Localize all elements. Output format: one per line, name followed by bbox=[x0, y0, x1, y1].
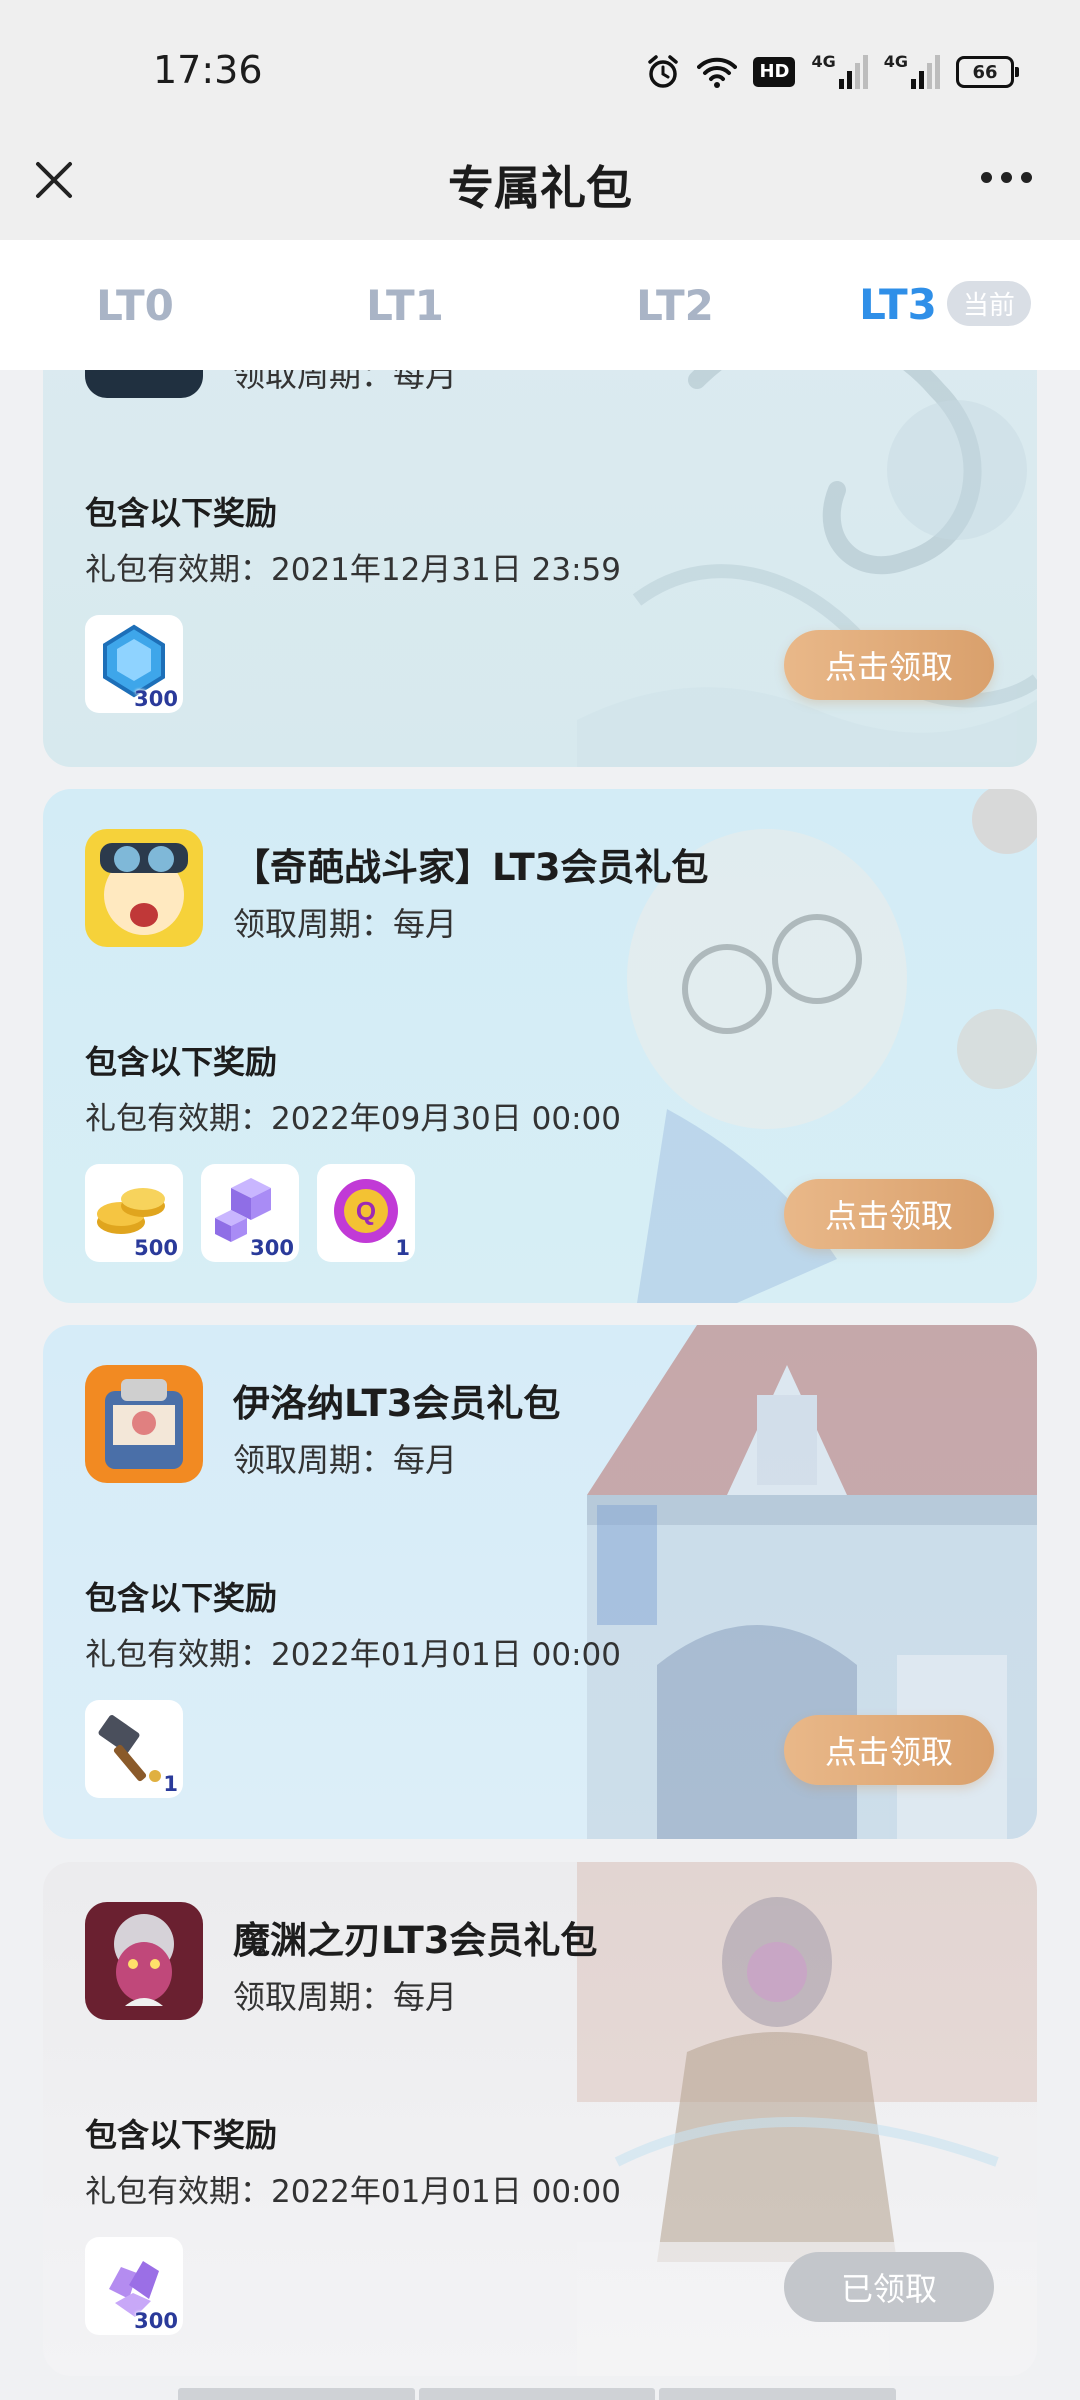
validity-text: 礼包有效期：2022年01月01日 00:00 bbox=[85, 2174, 621, 2210]
claim-button[interactable]: 点击领取 bbox=[784, 630, 994, 700]
claimed-button[interactable]: 已领取 bbox=[784, 2252, 994, 2322]
signal-4g-icon: 4G bbox=[811, 52, 868, 92]
page-title: 专属礼包 bbox=[448, 161, 632, 215]
rewards-title: 包含以下奖励 bbox=[85, 2116, 278, 2154]
gift-card: 魔渊之刃LT3会员礼包 领取周期：每月 包含以下奖励 礼包有效期：2022年01… bbox=[43, 1862, 1037, 2376]
game-icon bbox=[85, 370, 203, 398]
claim-cycle: 领取周期：每月 bbox=[233, 1978, 458, 2016]
validity-text: 礼包有效期：2022年01月01日 00:00 bbox=[85, 1637, 621, 1673]
game-icon bbox=[85, 1902, 203, 2020]
reward-item[interactable]: 300 bbox=[201, 1164, 299, 1262]
gift-card: 伊洛纳LT3会员礼包 领取周期：每月 包含以下奖励 礼包有效期：2022年01月… bbox=[43, 1325, 1037, 1839]
claim-cycle: 领取周期：每月 bbox=[233, 905, 458, 943]
gift-name: 【奇葩战斗家】LT3会员礼包 bbox=[233, 846, 709, 889]
bottom-scroll-hint bbox=[178, 2388, 897, 2400]
rewards-title: 包含以下奖励 bbox=[85, 1043, 278, 1081]
reward-item[interactable]: Q 1 bbox=[317, 1164, 415, 1262]
current-badge: 当前 bbox=[946, 281, 1031, 326]
claim-button[interactable]: 点击领取 bbox=[784, 1715, 994, 1785]
gift-name: 伊洛纳LT3会员礼包 bbox=[233, 1382, 561, 1425]
signal-4g-icon: 4G bbox=[884, 52, 940, 92]
title-bar: 专属礼包 bbox=[0, 140, 1080, 240]
reward-item[interactable]: 300 bbox=[85, 615, 183, 713]
more-icon[interactable] bbox=[977, 162, 1036, 193]
validity-text: 礼包有效期：2022年09月30日 00:00 bbox=[85, 1101, 621, 1137]
status-bar: 17:36 HD 4G 4G 66 bbox=[0, 0, 1080, 140]
status-icons: HD 4G 4G 66 bbox=[645, 52, 1019, 92]
game-icon bbox=[85, 829, 203, 947]
gift-list[interactable]: 领取周期：每月 包含以下奖励 礼包有效期：2021年12月31日 23:59 3… bbox=[0, 370, 1080, 2400]
status-time: 17:36 bbox=[153, 48, 263, 92]
tab-lt0[interactable]: LT0 bbox=[0, 281, 270, 330]
validity-text: 礼包有效期：2021年12月31日 23:59 bbox=[85, 552, 621, 588]
rewards-title: 包含以下奖励 bbox=[85, 494, 278, 532]
gift-card: 【奇葩战斗家】LT3会员礼包 领取周期：每月 包含以下奖励 礼包有效期：2022… bbox=[43, 789, 1037, 1303]
claim-cycle: 领取周期：每月 bbox=[233, 1441, 458, 1479]
reward-item[interactable]: 300 bbox=[85, 2237, 183, 2335]
dragon-art bbox=[577, 370, 1037, 767]
alarm-icon bbox=[645, 52, 681, 92]
rewards-row: 300 bbox=[85, 615, 183, 713]
game-icon bbox=[85, 1365, 203, 1483]
rewards-row: 500 300 Q 1 bbox=[85, 1164, 415, 1262]
rewards-row: 1 bbox=[85, 1700, 183, 1798]
level-tabs: LT0 LT1 LT2 LT3 当前 bbox=[0, 240, 1080, 370]
hd-icon: HD bbox=[753, 52, 796, 92]
rewards-row: 300 bbox=[85, 2237, 183, 2335]
rewards-title: 包含以下奖励 bbox=[85, 1579, 278, 1617]
tab-lt3[interactable]: LT3 当前 bbox=[810, 280, 1080, 330]
gift-card: 领取周期：每月 包含以下奖励 礼包有效期：2021年12月31日 23:59 3… bbox=[43, 370, 1037, 767]
tab-lt2[interactable]: LT2 bbox=[540, 281, 810, 330]
reward-item[interactable]: 500 bbox=[85, 1164, 183, 1262]
claim-button[interactable]: 点击领取 bbox=[784, 1179, 994, 1249]
battery-icon: 66 bbox=[956, 52, 1019, 92]
gift-name: 魔渊之刃LT3会员礼包 bbox=[233, 1919, 598, 1962]
svg-text:Q: Q bbox=[356, 1196, 376, 1226]
wifi-icon bbox=[697, 52, 738, 92]
claim-cycle: 领取周期：每月 bbox=[233, 370, 458, 394]
tab-lt1[interactable]: LT1 bbox=[270, 281, 540, 330]
reward-item[interactable]: 1 bbox=[85, 1700, 183, 1798]
